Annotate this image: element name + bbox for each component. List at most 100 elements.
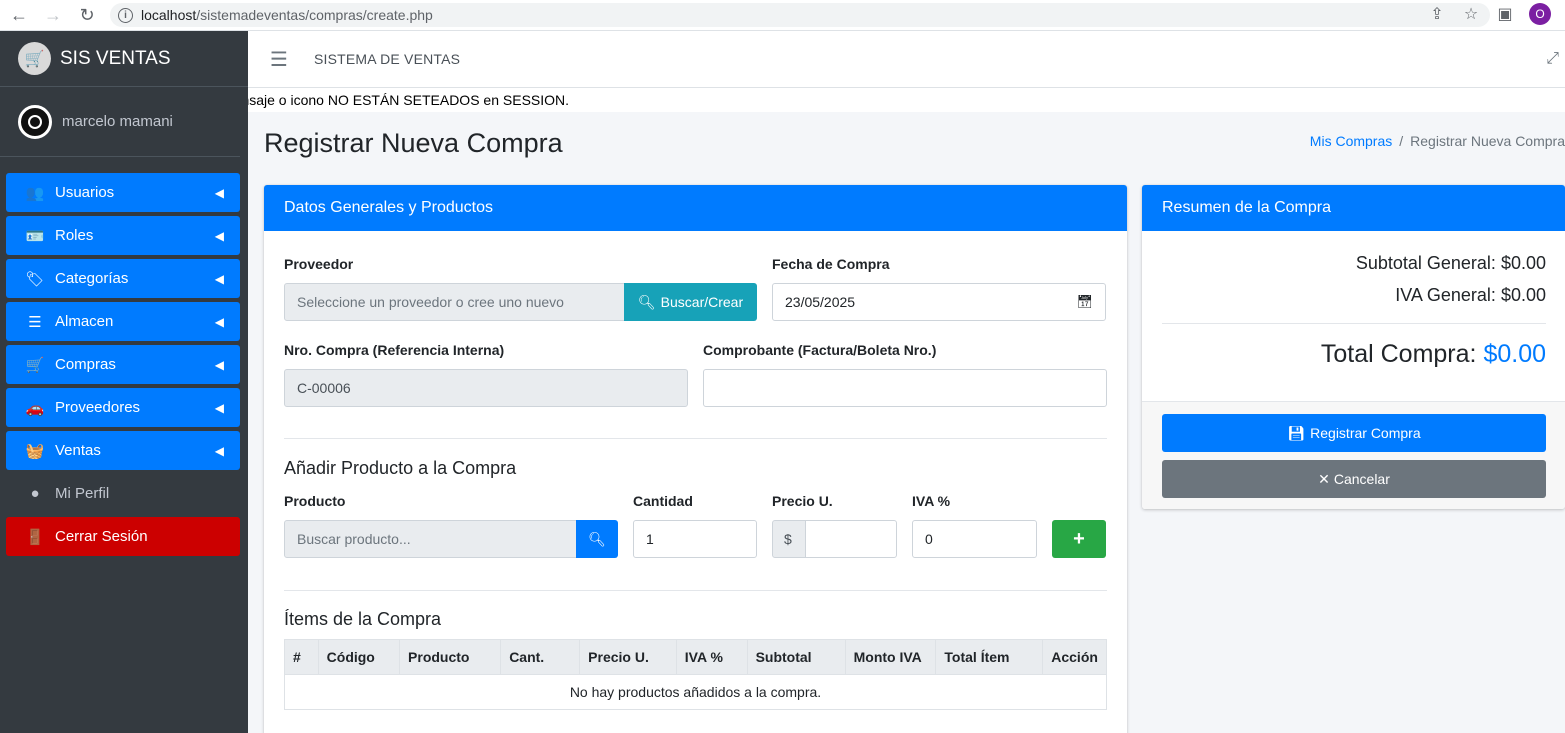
iva-general-label: IVA General: [1395,285,1496,305]
nro-compra-input[interactable]: C-00006 [284,369,688,407]
hamburger-menu-icon[interactable]: ☰ [270,47,288,72]
forward-icon[interactable]: → [40,2,66,28]
column-header: Precio U. [579,639,677,675]
brand-link[interactable]: 🛒 SIS VENTAS [0,31,248,87]
producto-search-button[interactable]: 🔍︎ [576,520,618,558]
precio-label: Precio U. [772,493,833,509]
total-value: $0.00 [1483,340,1546,368]
chevron-left-icon: ◀ [214,228,224,243]
search-icon: 🔍︎ [637,293,656,310]
save-icon: 💾︎ [1287,424,1306,441]
users-icon: 👥 [25,184,45,202]
list-icon: ☰ [28,313,42,331]
share-icon[interactable]: ⇪ [1427,4,1447,24]
navbar-title[interactable]: SISTEMA DE VENTAS [314,51,460,67]
proveedor-select[interactable]: Seleccione un proveedor o cree uno nuevo [284,283,625,321]
subtotal-label: Subtotal General: [1355,253,1496,273]
precio-prefix: $ [772,520,806,558]
buscar-crear-label: Buscar/Crear [660,294,744,310]
address-bar[interactable]: i localhost/sistemadeventas/compras/crea… [110,3,1490,27]
column-header: Producto [399,639,502,675]
fecha-label: Fecha de Compra [772,256,890,272]
add-product-button[interactable]: + [1052,520,1106,558]
cancel-button[interactable]: ✕ Cancelar [1162,460,1546,498]
sidebar-item-categorias[interactable]: 🏷 Categorías ◀ [6,259,240,298]
chevron-left-icon: ◀ [214,185,224,200]
sidebar-item-label: Usuarios [55,184,115,201]
items-table: # Código Producto Cant. Precio U. IVA % Subtot… [284,639,1107,710]
chevron-left-icon: ◀ [214,443,224,458]
add-product-title: Añadir Producto a la Compra [284,458,517,478]
sidebar-item-compras[interactable]: 🛒 Compras ◀ [6,345,240,384]
iva-general-value: $0.00 [1500,285,1546,305]
browser-toolbar: ← → ↻ i localhost/sistemadeventas/compra… [0,0,1565,31]
sidebar-item-mi-perfil[interactable]: ● Mi Perfil [6,474,240,513]
back-icon[interactable]: ← [6,2,32,28]
purchase-form-card: Datos Generales y Productos Proveedor Se… [264,185,1127,733]
chevron-left-icon: ◀ [214,357,224,372]
iva-general-row: IVA General: $0.00 [1395,285,1546,306]
fecha-value: 23/05/2025 [785,294,856,310]
column-header: Monto IVA [844,639,937,675]
buscar-crear-button[interactable]: 🔍︎ Buscar/Crear [624,283,757,321]
sidebar: 🛒 SIS VENTAS marcelo mamani 👥 Usuarios ◀ 🪪 R… [0,31,248,733]
producto-search-input[interactable]: Buscar producto... [284,520,577,558]
sidebar-item-label: Mi Perfil [55,485,110,502]
sidebar-menu: 👥 Usuarios ◀ 🪪 Roles ◀ 🏷 Categorías ◀ ☰ Almacen ◀ 🛒 C… [0,157,248,556]
cantidad-input[interactable]: 1 [633,520,757,558]
subtotal-value: $0.00 [1500,253,1546,273]
fecha-input[interactable]: 23/05/2025 📅︎ [772,283,1106,321]
sidebar-item-cerrar-sesion[interactable]: 🚪 Cerrar Sesión [6,517,240,556]
door-icon: 🚪 [25,528,45,546]
column-header: Subtotal [746,639,846,675]
sidebar-item-almacen[interactable]: ☰ Almacen ◀ [6,302,240,341]
session-message: Mensaje o icono NO ESTÁN SETEADOS en SES… [248,88,1565,112]
sidepanel-icon[interactable]: ▣ [1495,4,1515,24]
column-header: Acción [1042,639,1107,675]
breadcrumb-link-mis-compras[interactable]: Mis Compras [1310,133,1392,149]
producto-label: Producto [284,493,346,509]
sidebar-item-label: Compras [55,356,116,373]
sidebar-item-label: Cerrar Sesión [55,528,148,545]
basket-icon: 🧺 [25,442,45,460]
registrar-compra-button[interactable]: 💾︎ Registrar Compra [1162,414,1546,452]
subtotal-row: Subtotal General: $0.00 [1356,253,1546,274]
precio-input[interactable] [805,520,897,558]
info-icon[interactable]: i [118,7,133,23]
table-header-row: # Código Producto Cant. Precio U. IVA % Subtot… [284,639,1107,675]
sidebar-item-label: Ventas [55,442,101,459]
breadcrumb-current: Registrar Nueva Compra [1410,133,1565,149]
divider [284,438,1107,439]
comprobante-label: Comprobante (Factura/Boleta Nro.) [703,342,937,358]
chevron-left-icon: ◀ [214,400,224,415]
url-path: /sistemadeventas/compras/create.php [196,7,433,23]
comprobante-input[interactable] [703,369,1107,407]
fullscreen-icon[interactable]: ⤢ [1546,50,1559,68]
items-title: Ítems de la Compra [284,609,442,629]
sidebar-item-label: Categorías [55,270,129,287]
summary-card: Resumen de la Compra Subtotal General: $… [1142,185,1565,509]
table-row: No hay productos añadidos a la compra. [284,674,1107,710]
user-panel[interactable]: marcelo mamani [0,87,240,157]
cart-icon: 🛒 [25,356,45,374]
sidebar-item-usuarios[interactable]: 👥 Usuarios ◀ [6,173,240,212]
sidebar-item-roles[interactable]: 🪪 Roles ◀ [6,216,240,255]
card-header-datos-generales: Datos Generales y Productos [264,185,1127,231]
star-icon[interactable]: ☆ [1461,4,1481,24]
search-icon: 🔍︎ [588,530,606,547]
proveedor-label: Proveedor [284,256,354,272]
calendar-icon[interactable]: 📅︎ [1076,294,1093,310]
iva-input[interactable]: 0 [912,520,1037,558]
breadcrumb: Mis Compras / Registrar Nueva Compra [1310,133,1565,149]
chevron-left-icon: ◀ [214,271,224,286]
chevron-left-icon: ◀ [214,314,224,329]
cantidad-label: Cantidad [633,493,693,509]
reload-icon[interactable]: ↻ [74,2,100,28]
sidebar-item-ventas[interactable]: 🧺 Ventas ◀ [6,431,240,470]
column-header: Total Ítem [935,639,1044,675]
url-host: localhost [141,7,197,23]
sidebar-item-proveedores[interactable]: 🚗 Proveedores ◀ [6,388,240,427]
sidebar-item-label: Proveedores [55,399,141,416]
divider [1162,323,1546,324]
profile-avatar[interactable]: O [1529,3,1551,25]
